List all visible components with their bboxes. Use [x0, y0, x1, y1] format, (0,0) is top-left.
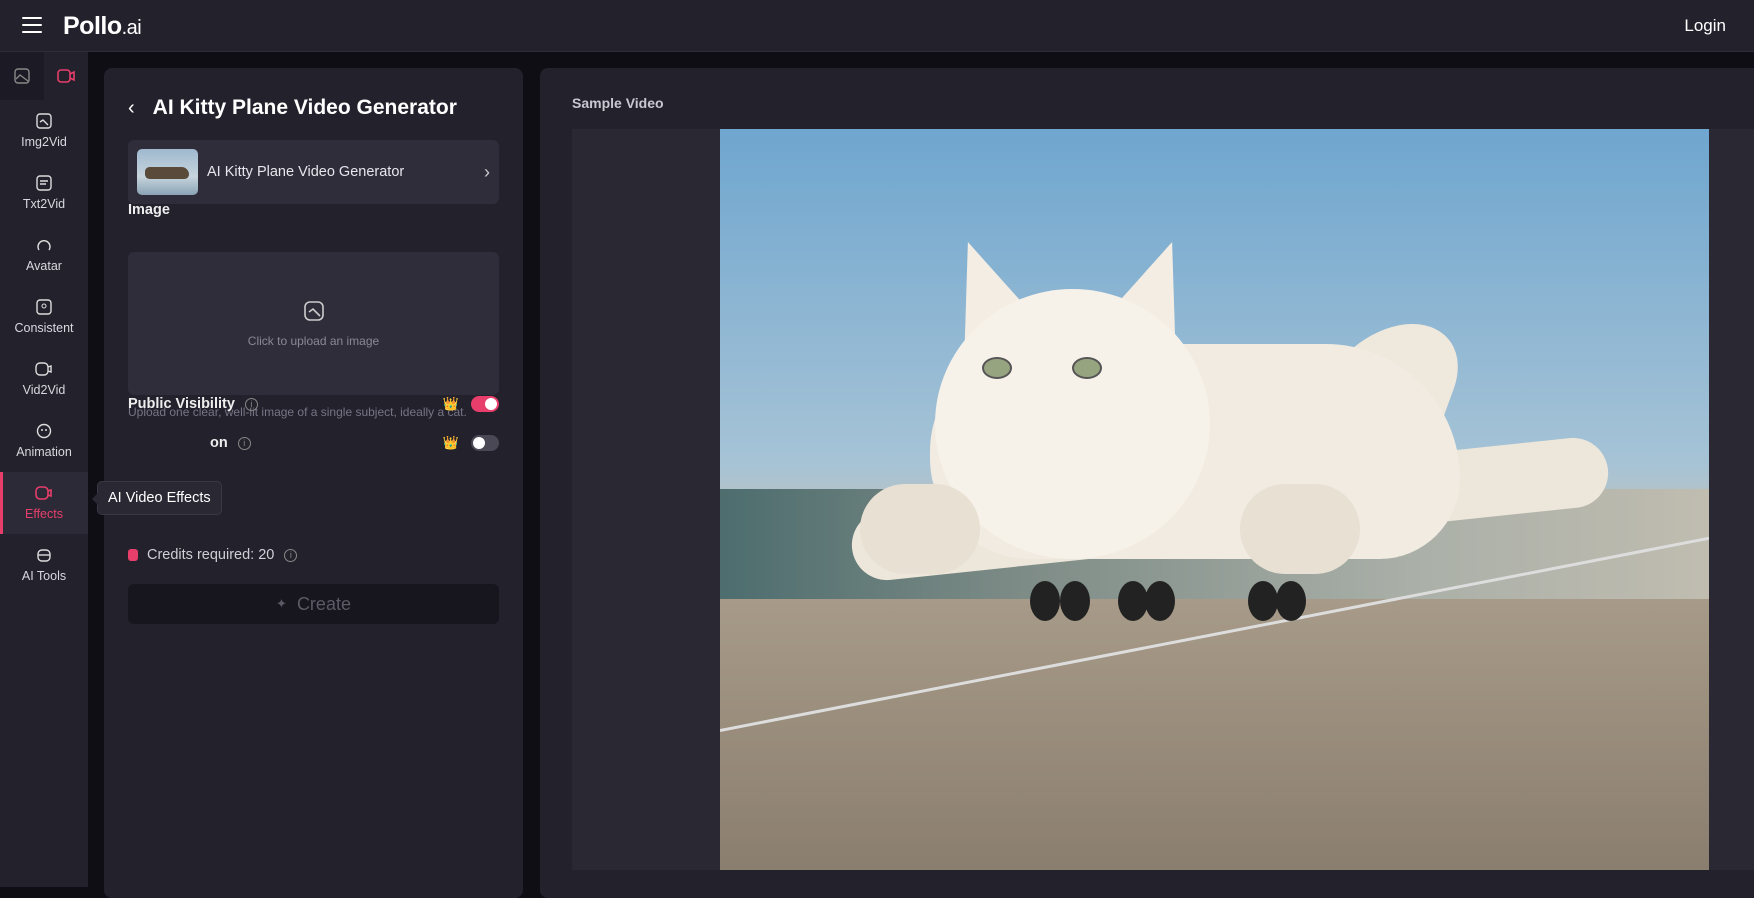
- sparkle-icon: ✦: [276, 596, 287, 611]
- sidebar-item-consistent[interactable]: Consistent: [0, 286, 88, 348]
- img2vid-icon: [36, 113, 52, 129]
- preview-panel: Sample Video: [540, 68, 1754, 898]
- info-icon[interactable]: i: [284, 548, 298, 562]
- image-mode-tab[interactable]: [0, 52, 44, 100]
- sidebar-item-effects[interactable]: Effects: [0, 472, 88, 534]
- hamburger-menu-icon[interactable]: [22, 17, 42, 33]
- sidebar-item-ai-tools[interactable]: AI Tools: [0, 534, 88, 596]
- template-card[interactable]: AI Kitty Plane Video Generator ›: [128, 140, 499, 204]
- image-icon: [14, 68, 30, 84]
- image-upload-area[interactable]: Click to upload an image: [128, 252, 499, 395]
- premium-crown-icon: 👑: [442, 435, 459, 450]
- sidebar: Img2Vid Txt2Vid Avatar Consistent Vid2Vi…: [0, 52, 88, 887]
- effects-tooltip: AI Video Effects: [92, 481, 222, 515]
- sidebar-item-txt2vid[interactable]: Txt2Vid: [0, 162, 88, 224]
- avatar-icon: [37, 240, 51, 251]
- sidebar-item-vid2vid[interactable]: Vid2Vid: [0, 348, 88, 410]
- public-visibility-label: Public Visibility: [128, 396, 235, 412]
- second-option-label: on: [210, 435, 228, 451]
- sidebar-item-avatar[interactable]: Avatar: [0, 224, 88, 286]
- sidebar-item-img2vid[interactable]: Img2Vid: [0, 100, 88, 162]
- page-title: AI Kitty Plane Video Generator: [152, 96, 457, 119]
- template-thumbnail: [137, 149, 198, 195]
- sample-video-label: Sample Video: [572, 95, 664, 111]
- video-area: [572, 129, 1754, 870]
- chevron-right-icon: ›: [484, 161, 490, 182]
- txt2vid-icon: [36, 175, 52, 191]
- info-icon[interactable]: i: [237, 436, 251, 450]
- info-icon[interactable]: i: [244, 397, 258, 411]
- credits-icon: [128, 549, 138, 561]
- video-mode-tab[interactable]: [44, 52, 88, 100]
- public-visibility-toggle[interactable]: [471, 396, 499, 412]
- back-chevron-icon[interactable]: ‹: [128, 97, 135, 120]
- sidebar-item-animation[interactable]: Animation: [0, 410, 88, 472]
- consistent-icon: [36, 299, 52, 315]
- upload-image-icon: [303, 300, 324, 321]
- create-button[interactable]: ✦ Create: [128, 584, 499, 624]
- second-option-toggle[interactable]: [471, 435, 499, 451]
- sample-video[interactable]: [720, 129, 1709, 870]
- login-button[interactable]: Login: [1684, 16, 1726, 36]
- credits-required: Credits required: 20 i: [128, 547, 298, 563]
- premium-crown-icon: 👑: [442, 396, 459, 411]
- animation-icon: [36, 423, 52, 439]
- ai-tools-icon: [37, 549, 51, 562]
- effects-icon: [35, 486, 52, 500]
- logo[interactable]: Pollo.ai: [63, 12, 142, 41]
- video-icon: [57, 69, 75, 83]
- top-header: Pollo.ai Login: [0, 0, 1754, 52]
- vid2vid-icon: [35, 362, 52, 376]
- image-label: Image: [128, 202, 170, 218]
